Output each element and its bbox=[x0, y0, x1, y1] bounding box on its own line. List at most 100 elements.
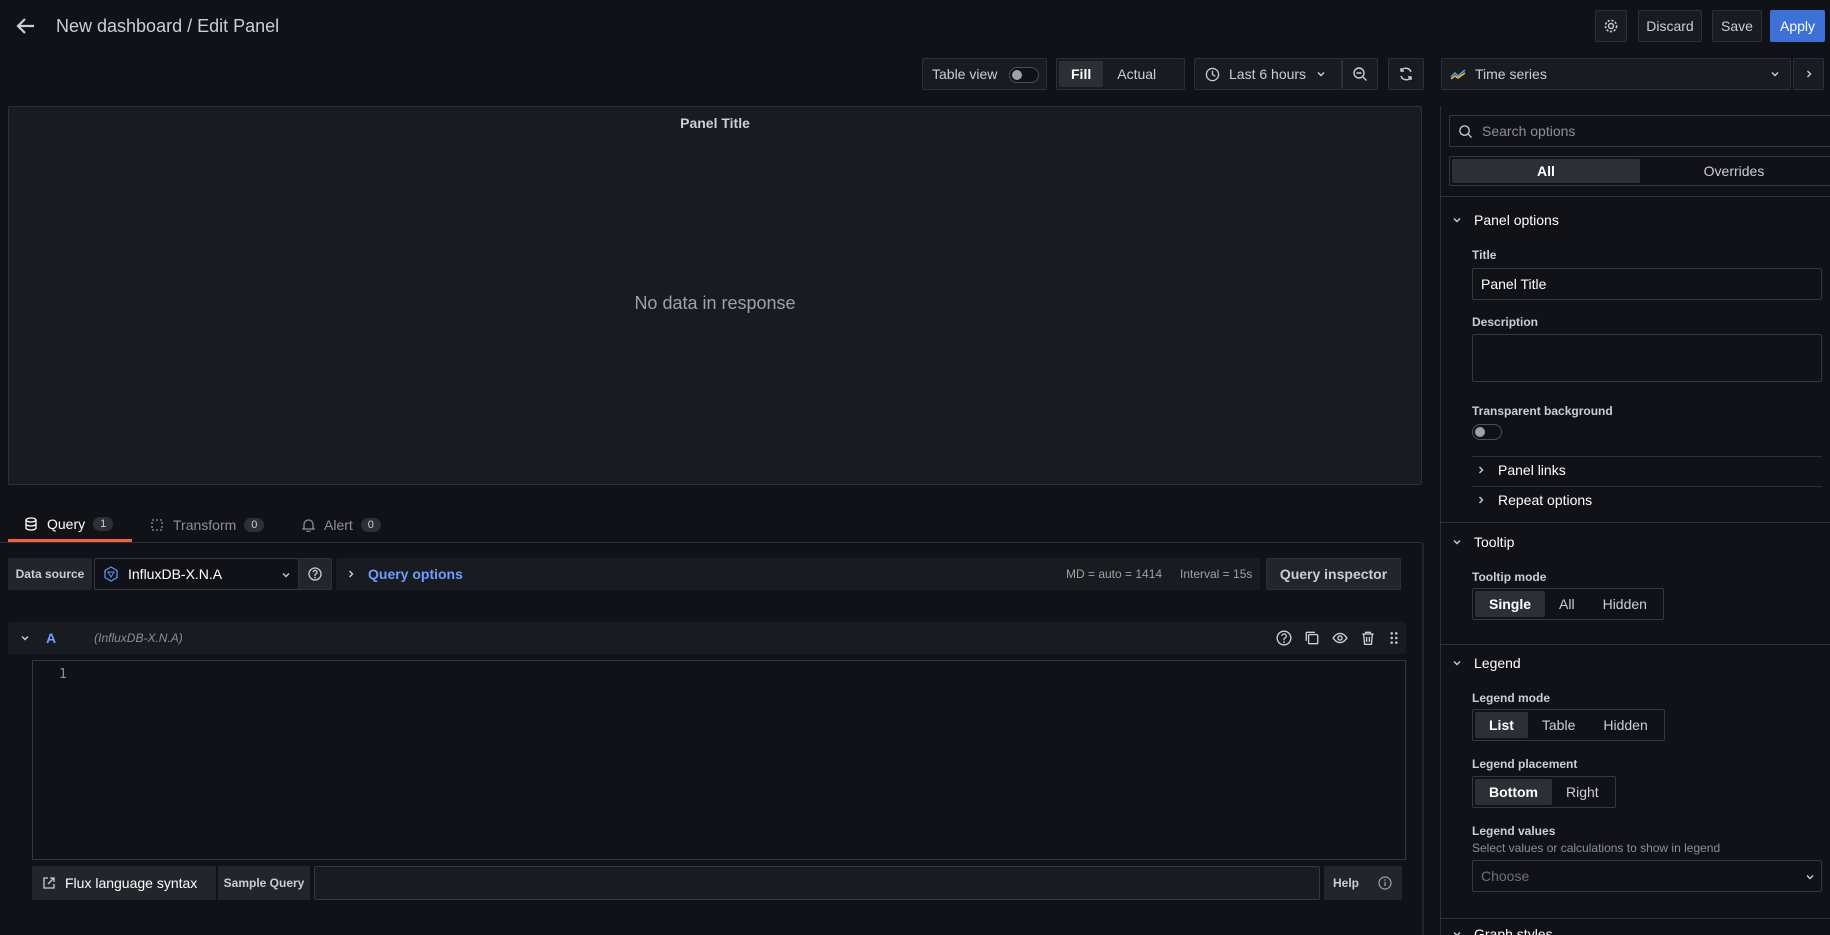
tooltip-header[interactable]: Tooltip bbox=[1452, 534, 1514, 550]
apply-button[interactable]: Apply bbox=[1770, 10, 1825, 42]
datasource-label: Data source bbox=[8, 558, 92, 590]
legend-heading: Legend bbox=[1474, 655, 1521, 671]
table-view-switch[interactable] bbox=[1009, 67, 1039, 83]
legend-mode-label: Legend mode bbox=[1472, 691, 1551, 705]
panel-preview-title: Panel Title bbox=[680, 115, 750, 131]
description-textarea[interactable] bbox=[1472, 334, 1822, 382]
external-link-icon bbox=[43, 877, 55, 889]
legend-mode-table[interactable]: Table bbox=[1528, 712, 1589, 738]
title-input[interactable]: Panel Title bbox=[1472, 268, 1822, 300]
pane-splitter[interactable] bbox=[1422, 543, 1424, 935]
visualization-picker[interactable]: Time series bbox=[1441, 58, 1791, 90]
graph-styles-header[interactable]: Graph styles bbox=[1452, 926, 1553, 935]
graph-styles-heading: Graph styles bbox=[1474, 926, 1553, 935]
no-data-message: No data in response bbox=[634, 293, 796, 313]
discard-button[interactable]: Discard bbox=[1638, 10, 1702, 42]
panel-preview[interactable]: Panel Title No data in response bbox=[8, 106, 1422, 485]
chevron-down-icon bbox=[1453, 540, 1461, 545]
datasource-row: Data source InfluxDB-X.N.A Query options… bbox=[8, 558, 1402, 590]
tab-alert[interactable]: Alert 0 bbox=[294, 508, 381, 542]
back-arrow-icon[interactable] bbox=[14, 14, 38, 38]
copy-icon[interactable] bbox=[1304, 630, 1320, 646]
tab-all[interactable]: All bbox=[1452, 159, 1640, 183]
sample-query-label: Sample Query bbox=[218, 866, 310, 900]
legend-values-label: Legend values bbox=[1472, 824, 1556, 838]
search-options-placeholder: Search options bbox=[1482, 123, 1576, 139]
drag-handle-icon[interactable] bbox=[1388, 630, 1400, 646]
interval-info: Interval = 15s bbox=[1180, 567, 1253, 581]
chevron-down-icon bbox=[1317, 72, 1325, 77]
legend-placement-right[interactable]: Right bbox=[1552, 779, 1613, 805]
time-series-icon bbox=[1450, 69, 1466, 80]
settings-button[interactable] bbox=[1595, 10, 1627, 42]
tooltip-mode-hidden[interactable]: Hidden bbox=[1589, 591, 1661, 617]
chevron-down-icon[interactable] bbox=[20, 633, 30, 643]
eye-icon[interactable] bbox=[1332, 630, 1348, 646]
graph-styles-divider bbox=[1441, 918, 1830, 919]
query-inspector-button[interactable]: Query inspector bbox=[1266, 558, 1401, 590]
help-label[interactable]: Help bbox=[1324, 866, 1368, 900]
refresh-button[interactable] bbox=[1388, 58, 1424, 90]
clock-icon bbox=[1205, 67, 1220, 81]
chevron-down-icon bbox=[1771, 72, 1779, 77]
chevron-right-icon bbox=[1806, 70, 1811, 78]
info-circle-icon[interactable] bbox=[1368, 866, 1402, 900]
tab-transform[interactable]: Transform 0 bbox=[142, 508, 265, 542]
md-info: MD = auto = 1414 bbox=[1066, 567, 1163, 581]
bell-icon bbox=[302, 519, 315, 532]
sample-query-select[interactable] bbox=[314, 866, 1320, 900]
transparent-background-switch[interactable] bbox=[1472, 424, 1502, 440]
legend-mode-list[interactable]: List bbox=[1475, 712, 1528, 738]
actual-option[interactable]: Actual bbox=[1103, 61, 1170, 87]
datasource-value: InfluxDB-X.N.A bbox=[128, 566, 223, 582]
time-range-label: Last 6 hours bbox=[1229, 66, 1307, 82]
chevron-right-icon bbox=[1479, 466, 1484, 474]
zoom-out-icon bbox=[1353, 67, 1367, 81]
query-datasource-hint: (InfluxDB-X.N.A) bbox=[94, 631, 183, 645]
legend-mode-group: List Table Hidden bbox=[1472, 709, 1665, 741]
time-range-picker[interactable]: Last 6 hours bbox=[1194, 58, 1342, 90]
legend-placement-bottom[interactable]: Bottom bbox=[1475, 779, 1552, 805]
question-circle-icon[interactable] bbox=[1276, 630, 1292, 646]
datasource-picker[interactable]: InfluxDB-X.N.A bbox=[94, 558, 302, 590]
repeat-divider bbox=[1472, 486, 1822, 487]
toggle-options-pane-button[interactable] bbox=[1793, 58, 1824, 90]
tab-alert-label: Alert bbox=[324, 517, 353, 533]
fill-option[interactable]: Fill bbox=[1059, 61, 1104, 87]
legend-mode-hidden[interactable]: Hidden bbox=[1589, 712, 1661, 738]
save-button[interactable]: Save bbox=[1712, 10, 1762, 42]
table-view-toggle[interactable]: Table view bbox=[922, 58, 1047, 90]
datasource-help-button[interactable] bbox=[298, 558, 332, 590]
chevron-down-icon bbox=[1453, 218, 1461, 223]
repeat-options-header[interactable]: Repeat options bbox=[1476, 492, 1592, 508]
chevron-down-icon bbox=[1453, 932, 1461, 935]
legend-values-select[interactable]: Choose bbox=[1472, 860, 1822, 892]
flux-syntax-link[interactable]: Flux language syntax bbox=[32, 866, 216, 900]
page-title: New dashboard / Edit Panel bbox=[56, 16, 280, 36]
tab-overrides[interactable]: Overrides bbox=[1640, 159, 1828, 183]
options-pane bbox=[1440, 106, 1830, 935]
tooltip-mode-single[interactable]: Single bbox=[1475, 591, 1546, 617]
query-options-bar[interactable]: Query options MD = auto = 1414 Interval … bbox=[336, 558, 1260, 590]
tab-query-label: Query bbox=[47, 515, 86, 532]
tooltip-heading: Tooltip bbox=[1474, 534, 1515, 550]
visualization-label: Time series bbox=[1475, 66, 1547, 82]
chevron-down-icon bbox=[1453, 661, 1461, 666]
query-ref-id[interactable]: A bbox=[46, 630, 56, 646]
tab-query[interactable]: Query 1 bbox=[8, 508, 132, 542]
flux-code-editor[interactable]: 1 bbox=[32, 660, 1406, 860]
trash-icon[interactable] bbox=[1360, 630, 1376, 646]
panel-options-header[interactable]: Panel options bbox=[1452, 212, 1559, 228]
refresh-icon bbox=[1400, 67, 1412, 81]
title-label: Title bbox=[1472, 248, 1497, 262]
search-options-input[interactable]: Search options bbox=[1449, 115, 1830, 147]
panel-links-header[interactable]: Panel links bbox=[1476, 462, 1566, 478]
tooltip-mode-all[interactable]: All bbox=[1545, 591, 1589, 617]
legend-values-description: Select values or calculations to show in… bbox=[1472, 841, 1721, 855]
tooltip-mode-group: Single All Hidden bbox=[1472, 588, 1664, 620]
query-row-actions bbox=[1276, 630, 1400, 646]
zoom-out-button[interactable] bbox=[1342, 58, 1378, 90]
legend-header[interactable]: Legend bbox=[1452, 655, 1521, 671]
links-divider bbox=[1472, 456, 1822, 457]
query-row-header[interactable]: A (InfluxDB-X.N.A) bbox=[8, 622, 1406, 654]
